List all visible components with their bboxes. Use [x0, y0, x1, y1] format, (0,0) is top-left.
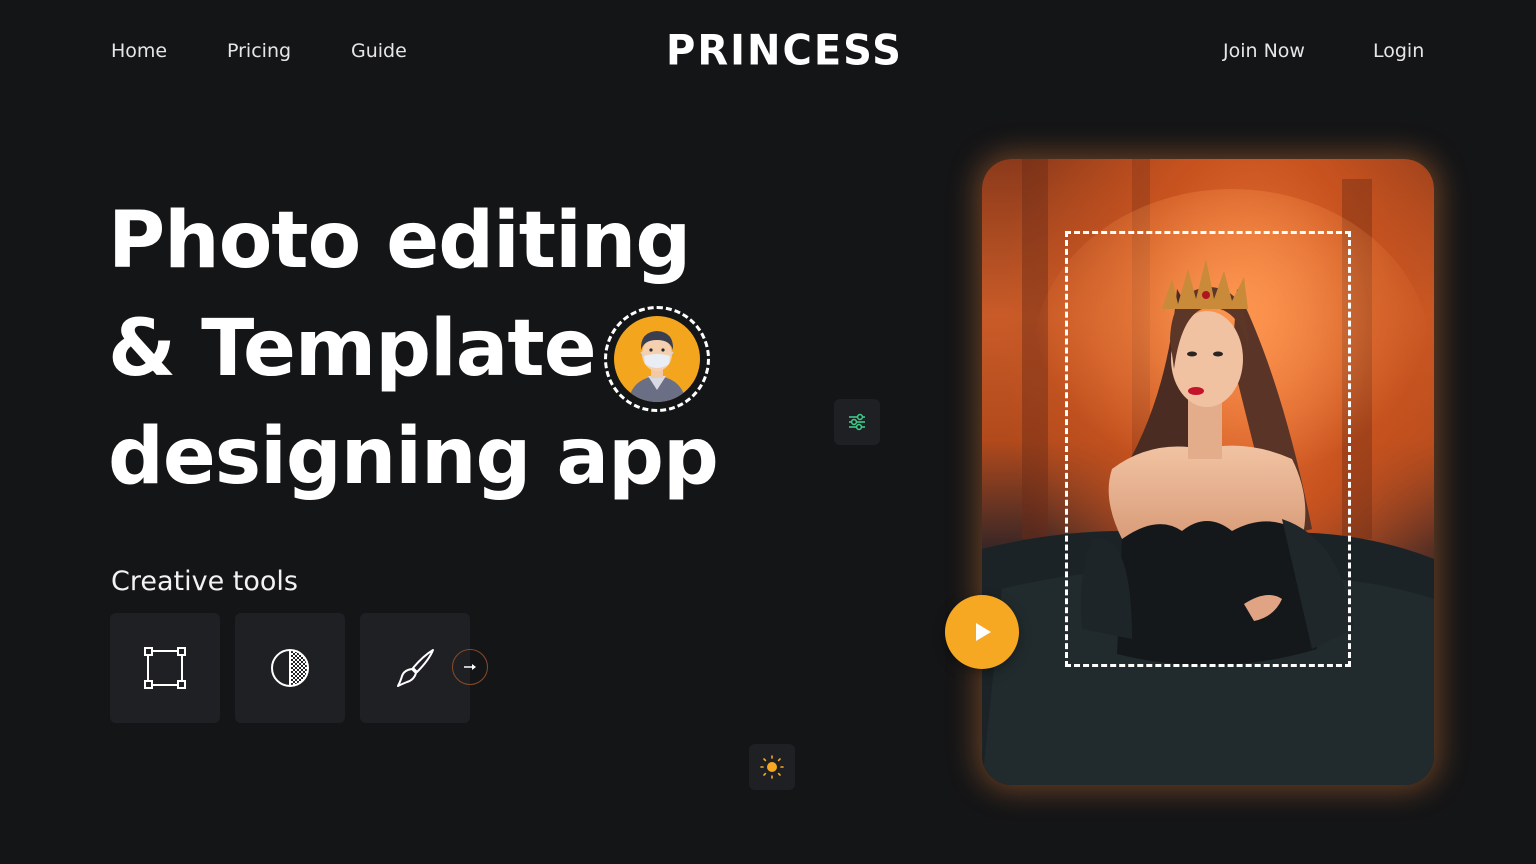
brand-logo[interactable]: PRINCESS	[666, 27, 901, 75]
brush-icon	[397, 649, 434, 687]
sliders-icon	[849, 413, 865, 431]
masked-man-avatar-icon	[614, 316, 700, 402]
join-now-link[interactable]: Join Now	[1223, 40, 1305, 62]
hero-headline-line-1: Photo editing	[108, 196, 691, 286]
landing-page: Home Pricing Guide PRINCESS Join Now Log…	[0, 0, 1536, 864]
hero-headline-line-3: designing app	[108, 412, 719, 502]
login-link[interactable]: Login	[1373, 40, 1424, 62]
creative-tools-heading: Creative tools	[111, 566, 298, 597]
play-button[interactable]	[945, 595, 1019, 669]
contrast-icon	[271, 649, 309, 687]
brightness-button[interactable]	[749, 744, 795, 790]
crop-square-icon	[144, 647, 186, 689]
avatar-badge	[604, 306, 710, 412]
nav-home-link[interactable]: Home	[111, 40, 167, 62]
play-icon	[976, 623, 991, 641]
crop-selection-frame[interactable]	[1065, 231, 1351, 667]
arrow-right-icon	[464, 664, 476, 670]
tools-next-button[interactable]	[452, 649, 488, 685]
sun-icon	[760, 755, 784, 779]
nav-guide-link[interactable]: Guide	[351, 40, 407, 62]
nav-pricing-link[interactable]: Pricing	[227, 40, 291, 62]
crop-tool-button[interactable]	[110, 613, 220, 723]
hero-headline-line-2: & Template	[108, 304, 597, 394]
adjust-button[interactable]	[834, 399, 880, 445]
contrast-tool-button[interactable]	[235, 613, 345, 723]
